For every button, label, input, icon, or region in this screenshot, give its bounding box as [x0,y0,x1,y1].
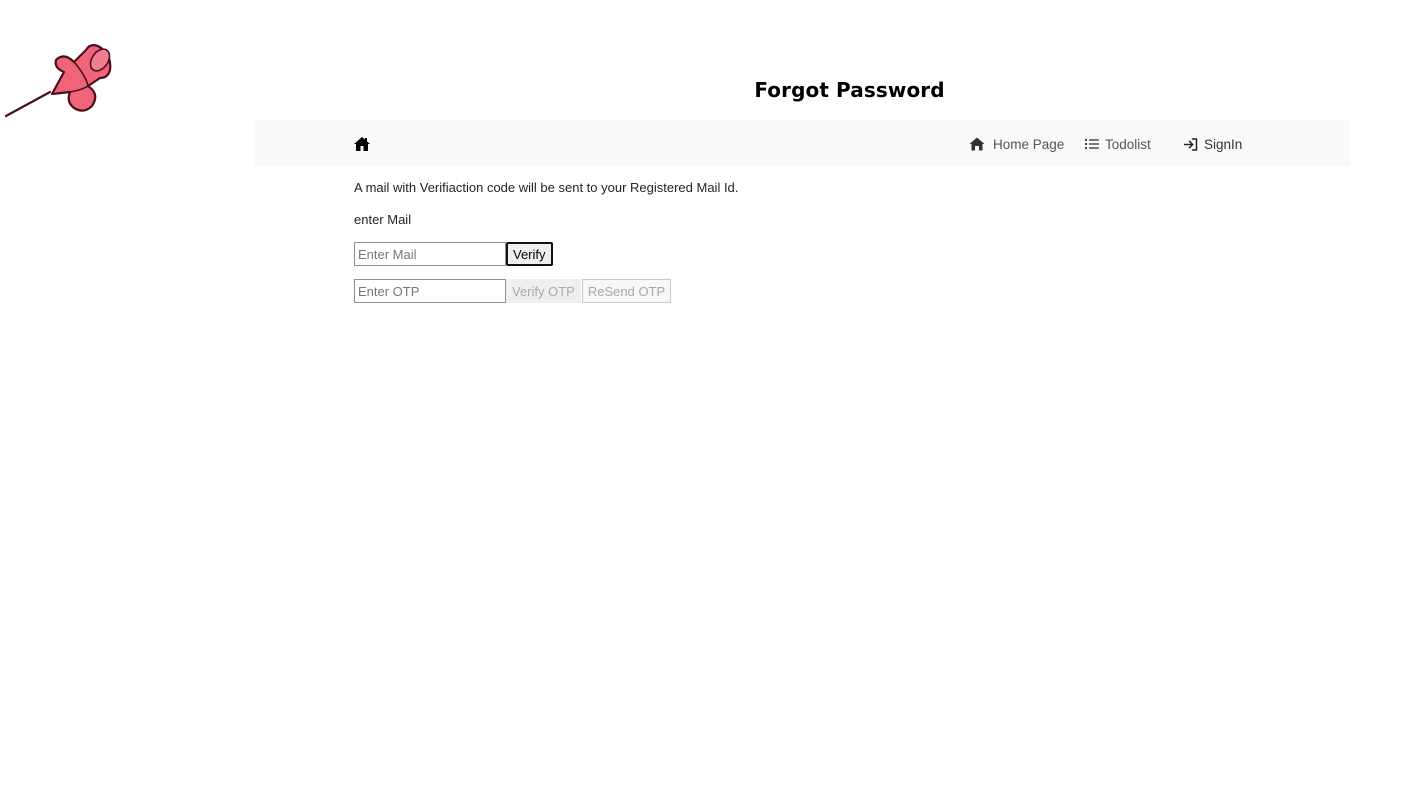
otp-input[interactable] [354,279,506,303]
navbar: Home Page Todolist SignIn [255,120,1350,166]
list-icon [1085,139,1099,149]
nav-todolist[interactable]: Todolist [1085,134,1151,154]
nav-signin[interactable]: SignIn [1184,134,1242,154]
house-icon [969,137,985,151]
mail-label: enter Mail [354,212,412,227]
otp-row: Verify OTP ReSend OTP [354,279,672,303]
nav-home-page[interactable]: Home Page [969,134,1064,154]
page: Forgot Password Home Page Todolist SignI… [0,0,1423,801]
nav-todolist-label: Todolist [1105,136,1151,152]
info-message: A mail with Verifiaction code will be se… [354,180,739,195]
mail-input[interactable] [354,242,506,266]
nav-signin-label: SignIn [1204,136,1243,152]
page-title-wrap: Forgot Password [0,78,1423,102]
verify-button[interactable]: Verify [506,242,553,266]
nav-home-page-label: Home Page [993,136,1065,152]
verify-otp-button[interactable]: Verify OTP [506,279,581,303]
push-pin-icon [4,44,112,118]
page-title: Forgot Password [754,78,945,102]
mail-row: Verify [354,242,553,266]
sign-in-icon [1184,137,1198,151]
home-icon[interactable] [353,135,371,153]
resend-otp-button[interactable]: ReSend OTP [581,279,672,303]
